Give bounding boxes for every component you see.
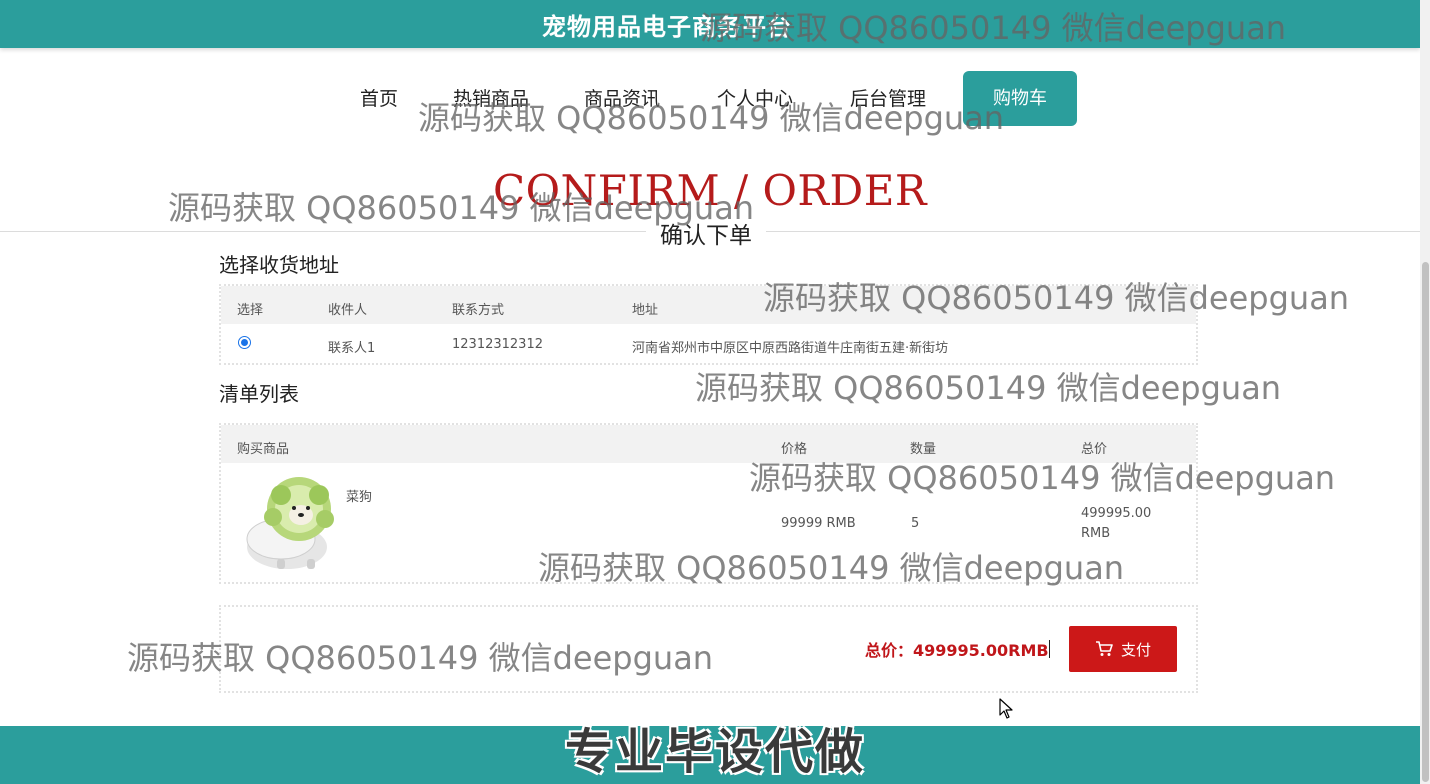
product-name[interactable]: 菜狗 <box>346 486 372 505</box>
nav-cart-button[interactable]: 购物车 <box>963 71 1077 126</box>
page-title-en: CONFIRM / ORDER <box>492 166 928 215</box>
column-header-recipient: 收件人 <box>328 303 368 318</box>
product-total-unit: RMB <box>1081 526 1111 541</box>
list-section-title: 清单列表 <box>219 382 299 406</box>
order-items-header: 购买商品 价格 数量 总价 <box>221 425 1196 463</box>
nav-item-user-center[interactable]: 个人中心 <box>717 84 793 111</box>
product-price: 99999 RMB <box>781 516 856 531</box>
product-total-amount: 499995.00 <box>1081 506 1152 521</box>
address-radio[interactable] <box>238 336 251 349</box>
site-title: 宠物用品电子商务平台 <box>542 13 792 41</box>
scrollbar-thumb[interactable] <box>1422 262 1429 782</box>
recipient-address: 河南省郑州市中原区中原西路街道牛庄南街五建·新街坊 <box>632 341 949 356</box>
text-cursor <box>1049 640 1050 658</box>
column-header-price: 价格 <box>781 442 808 457</box>
nav-item-news[interactable]: 商品资讯 <box>584 84 660 111</box>
recipient-phone: 12312312312 <box>452 337 543 352</box>
page-title-cn: 确认下单 <box>646 216 766 250</box>
pay-button[interactable]: 支付 <box>1069 626 1177 672</box>
column-header-quantity: 数量 <box>910 442 937 457</box>
column-header-select: 选择 <box>237 303 264 318</box>
order-items-table: 购买商品 价格 数量 总价 菜狗 99999 RMB 5 499995.00 R… <box>219 423 1198 584</box>
pay-button-label: 支付 <box>1120 640 1151 659</box>
total-price: 总价：499995.00RMB <box>865 641 1049 660</box>
address-table-header: 选择 收件人 联系方式 地址 <box>221 286 1196 324</box>
product-quantity: 5 <box>911 516 920 531</box>
column-header-product: 购买商品 <box>237 442 290 457</box>
cart-icon <box>1095 641 1113 656</box>
column-header-total: 总价 <box>1081 442 1108 457</box>
nav-item-hot-products[interactable]: 热销商品 <box>453 84 529 111</box>
footer-banner-text: 专业毕设代做 <box>564 724 865 780</box>
address-section-title: 选择收货地址 <box>219 253 339 277</box>
watermark: 源码获取 QQ86050149 微信deepguan <box>695 369 1282 407</box>
product-image[interactable] <box>237 473 341 573</box>
mouse-pointer-icon <box>999 698 1013 719</box>
address-table: 选择 收件人 联系方式 地址 联系人1 12312312312 河南省郑州市中原… <box>219 284 1198 365</box>
column-header-address: 地址 <box>632 303 659 318</box>
nav-item-admin[interactable]: 后台管理 <box>850 84 926 111</box>
main-nav: 首页 热销商品 商品资讯 个人中心 后台管理 购物车 <box>0 70 1420 126</box>
order-summary: 总价：499995.00RMB 支付 <box>219 605 1198 693</box>
column-header-phone: 联系方式 <box>452 303 505 318</box>
nav-item-home[interactable]: 首页 <box>360 84 398 111</box>
recipient-name: 联系人1 <box>328 341 376 356</box>
top-header-bar: 宠物用品电子商务平台 <box>0 0 1420 48</box>
